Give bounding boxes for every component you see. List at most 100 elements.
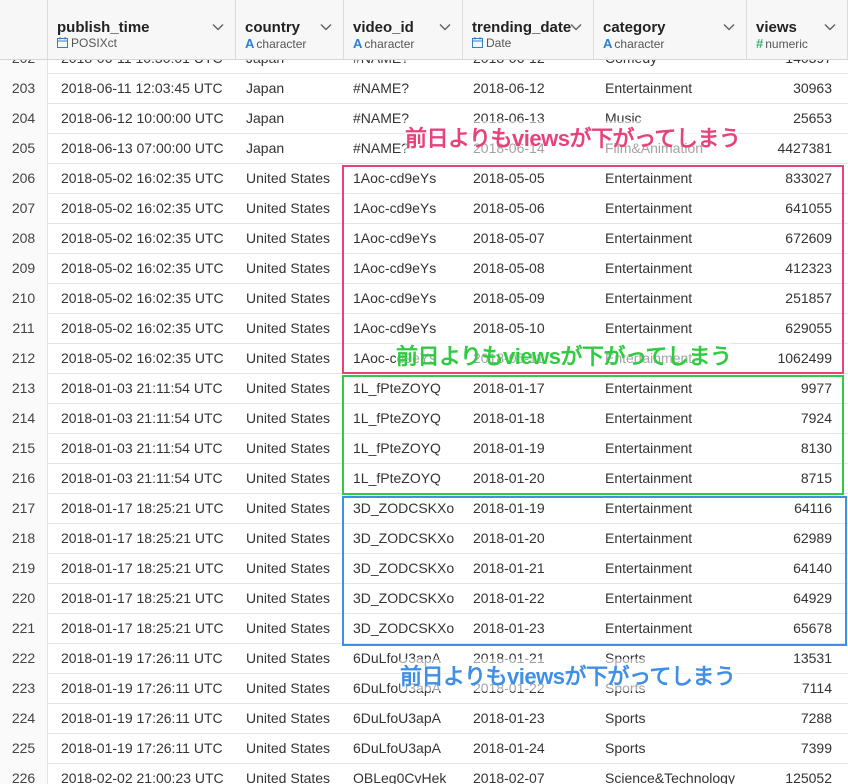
row-index: 207 [0,194,48,224]
column-header-publish_time[interactable]: publish_time POSIXct [48,0,236,59]
character-type-icon: A [603,36,613,51]
country-cell: United States [246,200,331,216]
country-cell: Japan [246,140,285,156]
views-cell: 641055 [785,200,832,216]
category-cell: Science&Technology [605,770,735,784]
trending-date-cell: 2018-05-08 [473,260,545,276]
row-index: 211 [0,314,48,344]
chevron-down-icon[interactable] [319,20,333,34]
column-header-category[interactable]: category Acharacter [594,0,747,59]
column-type-label: character [256,37,307,51]
table-row[interactable]: 206 2018-05-02 16:02:35 UTC United States 1… [0,164,848,194]
column-header-video_id[interactable]: video_id Acharacter [344,0,463,59]
video-id-cell: 3D_ZODCSKXo [353,530,455,546]
views-cell: 30963 [793,80,832,96]
table-row[interactable]: 214 2018-01-03 21:11:54 UTC United States 1… [0,404,848,434]
chevron-down-icon[interactable] [211,20,225,34]
video-id-cell: 3D_ZODCSKXo [353,500,455,516]
category-cell: Entertainment [605,560,693,576]
table-row[interactable]: 210 2018-05-02 16:02:35 UTC United States 1… [0,284,848,314]
chevron-down-icon[interactable] [438,20,452,34]
table-row[interactable]: 202 2018-06-11 10:30:01 UTC Japan #NAME? 201… [0,60,848,74]
chevron-down-icon[interactable] [823,20,837,34]
publish-time-cell: 2018-06-12 10:00:00 UTC [61,110,224,126]
publish-time-cell: 2018-01-19 17:26:11 UTC [61,680,223,696]
table-row[interactable]: 215 2018-01-03 21:11:54 UTC United States 1… [0,434,848,464]
category-cell: Entertainment [605,590,693,606]
table-row[interactable]: 218 2018-01-17 18:25:21 UTC United States 3… [0,524,848,554]
views-cell: 13531 [793,650,832,666]
row-index: 212 [0,344,48,374]
publish-time-cell: 2018-01-19 17:26:11 UTC [61,650,223,666]
views-cell: 7114 [801,680,832,696]
row-index: 208 [0,224,48,254]
video-id-cell: 1Aoc-cd9eYs [353,230,437,246]
table-row[interactable]: 208 2018-05-02 16:02:35 UTC United States 1… [0,224,848,254]
row-index: 223 [0,674,48,704]
column-header-country[interactable]: country Acharacter [236,0,344,59]
category-cell: Entertainment [605,170,693,186]
views-cell: 833027 [785,170,832,186]
video-id-cell: #NAME? [353,60,458,74]
publish-time-cell: 2018-01-19 17:26:11 UTC [61,710,223,726]
trending-date-cell: 2018-05-06 [473,200,545,216]
table-header: publish_time POSIXct country Acharacter vide… [0,0,848,60]
country-cell: United States [246,560,331,576]
row-index: 203 [0,74,48,104]
trending-date-cell: 2018-01-22 [473,590,545,606]
views-cell: 7924 [800,410,832,426]
publish-time-cell: 2018-05-02 16:02:35 UTC [61,170,224,186]
row-index: 213 [0,374,48,404]
column-name: trending_date [472,19,572,36]
table-row[interactable]: 209 2018-05-02 16:02:35 UTC United States 1… [0,254,848,284]
table-row[interactable]: 216 2018-01-03 21:11:54 UTC United States 1… [0,464,848,494]
table-row[interactable]: 217 2018-01-17 18:25:21 UTC United States 3… [0,494,848,524]
publish-time-cell: 2018-01-03 21:11:54 UTC [61,470,223,486]
publish-time-cell: 2018-01-19 17:26:11 UTC [61,740,223,756]
table-row[interactable]: 207 2018-05-02 16:02:35 UTC United States 1… [0,194,848,224]
video-id-cell: #NAME? [353,80,410,96]
views-cell: 1062499 [777,350,832,366]
column-type-label: numeric [765,37,808,51]
table-row[interactable]: 220 2018-01-17 18:25:21 UTC United States 3… [0,584,848,614]
chevron-down-icon[interactable] [569,20,583,34]
character-type-icon: A [245,36,255,51]
views-cell: 64116 [794,500,832,516]
category-cell: Entertainment [605,380,693,396]
category-cell: Entertainment [605,80,693,96]
column-header-trending_date[interactable]: trending_date Date [463,0,594,59]
video-id-cell: 1Aoc-cd9eYs [353,260,437,276]
views-cell: 25653 [793,110,832,126]
column-type: Acharacter [353,36,414,51]
table-row[interactable]: 225 2018-01-19 17:26:11 UTC United States 6… [0,734,848,764]
country-cell: United States [246,470,331,486]
table-row[interactable]: 219 2018-01-17 18:25:21 UTC United States 3… [0,554,848,584]
table-row[interactable]: 213 2018-01-03 21:11:54 UTC United States 1… [0,374,848,404]
trending-date-cell: 2018-05-07 [473,230,545,246]
column-header-views[interactable]: views # numeric [747,0,848,59]
table-row[interactable]: 221 2018-01-17 18:25:21 UTC United States 3… [0,614,848,644]
table-row[interactable]: 224 2018-01-19 17:26:11 UTC United States 6… [0,704,848,734]
column-name: category [603,19,666,36]
category-cell: Entertainment [605,260,693,276]
category-cell: Entertainment [605,530,693,546]
trending-date-cell: 2018-06-12 [473,80,545,96]
table-row[interactable]: 226 2018-02-02 21:00:23 UTC United States O… [0,764,848,784]
numeric-type-icon: # [756,36,764,51]
table-row[interactable]: 203 2018-06-11 12:03:45 UTC Japan #NAME? 201… [0,74,848,104]
views-cell: 251857 [785,290,832,306]
row-index: 218 [0,524,48,554]
trending-date-cell: 2018-01-23 [473,710,545,726]
character-type-icon: A [353,36,363,51]
column-name: publish_time [57,19,150,36]
publish-time-cell: 2018-01-17 18:25:21 UTC [61,620,224,636]
publish-time-cell: 2018-06-11 10:30:01 UTC [61,60,231,74]
chevron-down-icon[interactable] [722,20,736,34]
video-id-cell: OBLeg0CvHek [353,770,447,784]
country-cell: United States [246,440,331,456]
views-cell: 629055 [785,320,832,336]
column-type: Date [472,36,511,50]
publish-time-cell: 2018-01-17 18:25:21 UTC [61,530,224,546]
trending-date-cell: 2018-01-24 [473,740,545,756]
country-cell: United States [246,230,331,246]
